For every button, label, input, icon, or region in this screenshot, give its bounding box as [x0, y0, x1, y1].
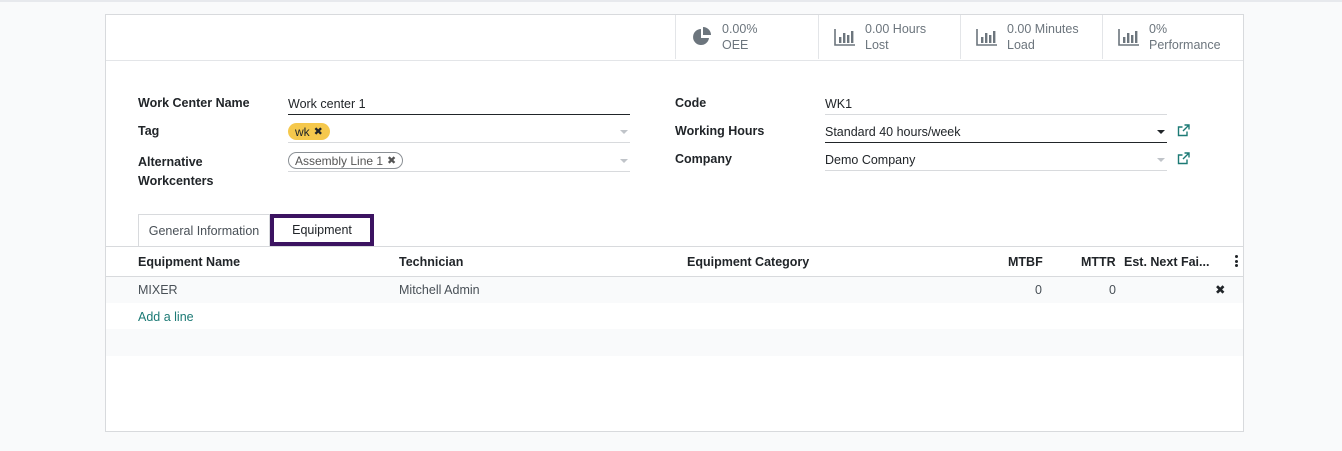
- alternative-badge-label: Assembly Line 1: [295, 153, 384, 168]
- work-center-name-input[interactable]: Work center 1: [288, 93, 630, 115]
- performance-label: Performance: [1149, 38, 1221, 52]
- alternative-badge: Assembly Line 1 ✖: [288, 152, 404, 169]
- bar-chart-icon: [975, 25, 999, 49]
- lost-label: Lost: [865, 38, 889, 52]
- cell-equipment-name: MIXER: [138, 283, 178, 297]
- form-sheet: 0.00% OEE 0.00 Hours Lost 0.00 Minutes L…: [105, 14, 1244, 432]
- alternative-label-line2: Workcenters: [138, 174, 214, 188]
- working-hours-value: Standard 40 hours/week: [825, 124, 961, 139]
- delete-row-icon[interactable]: ✖: [1215, 282, 1225, 297]
- add-a-line-link[interactable]: Add a line: [138, 310, 194, 324]
- performance-value: 0%: [1149, 22, 1168, 36]
- alternative-workcenters-field[interactable]: Assembly Line 1 ✖: [288, 150, 630, 172]
- lost-value: 0.00 Hours: [865, 22, 927, 36]
- optional-columns-icon[interactable]: [1235, 255, 1239, 267]
- tab-equipment[interactable]: Equipment: [270, 214, 374, 246]
- close-icon[interactable]: ✖: [387, 154, 396, 167]
- code-value: WK1: [825, 96, 853, 111]
- bar-chart-icon: [833, 25, 857, 49]
- company-value: Demo Company: [825, 152, 916, 167]
- oee-label: OEE: [722, 38, 749, 52]
- company-select[interactable]: Demo Company: [825, 149, 1167, 171]
- performance-stat-button[interactable]: 0% Performance: [1102, 15, 1244, 59]
- work-center-name-label: Work Center Name: [138, 96, 250, 110]
- cell-mttr: 0: [1109, 283, 1116, 297]
- table-footer: [106, 329, 1243, 356]
- column-mttr[interactable]: MTTR: [1081, 255, 1116, 269]
- chevron-down-icon[interactable]: [620, 159, 628, 163]
- column-technician[interactable]: Technician: [399, 255, 463, 269]
- load-label: Load: [1007, 38, 1035, 52]
- lost-stat-button[interactable]: 0.00 Hours Lost: [818, 15, 960, 59]
- alternative-workcenters-label: Alternative Workcenters: [138, 153, 214, 191]
- code-input[interactable]: WK1: [825, 93, 1167, 115]
- close-icon[interactable]: ✖: [314, 125, 323, 138]
- load-value: 0.00 Minutes: [1007, 22, 1079, 36]
- work-center-name-value: Work center 1: [288, 96, 366, 111]
- tag-field[interactable]: wk ✖: [288, 121, 630, 143]
- cell-mtbf: 0: [1035, 283, 1042, 297]
- oee-stat-button[interactable]: 0.00% OEE: [675, 15, 818, 59]
- column-est-next-failure[interactable]: Est. Next Fai...: [1124, 255, 1209, 269]
- tag-label: Tag: [138, 124, 160, 138]
- tab-general-information[interactable]: General Information: [138, 214, 270, 246]
- load-stat-button[interactable]: 0.00 Minutes Load: [960, 15, 1102, 59]
- alternative-label-line1: Alternative: [138, 155, 203, 169]
- tag-badge: wk ✖: [288, 123, 330, 140]
- code-label: Code: [675, 96, 707, 110]
- button-box: 0.00% OEE 0.00 Hours Lost 0.00 Minutes L…: [106, 15, 1243, 61]
- working-hours-select[interactable]: Standard 40 hours/week: [825, 121, 1167, 143]
- company-label: Company: [675, 152, 732, 166]
- chevron-down-icon[interactable]: [620, 130, 628, 134]
- column-mtbf[interactable]: MTBF: [1008, 255, 1043, 269]
- external-link-icon[interactable]: [1177, 152, 1191, 166]
- table-header: Equipment Name Technician Equipment Cate…: [106, 247, 1243, 277]
- pie-chart-icon: [690, 25, 714, 49]
- external-link-icon[interactable]: [1177, 124, 1191, 138]
- chevron-down-icon[interactable]: [1157, 158, 1165, 162]
- tag-badge-label: wk: [295, 124, 310, 139]
- column-equipment-name[interactable]: Equipment Name: [138, 255, 240, 269]
- oee-value: 0.00%: [722, 22, 758, 36]
- bar-chart-icon: [1117, 25, 1141, 49]
- chevron-down-icon[interactable]: [1157, 130, 1165, 134]
- working-hours-label: Working Hours: [675, 124, 765, 138]
- column-equipment-category[interactable]: Equipment Category: [687, 255, 809, 269]
- table-row[interactable]: MIXER Mitchell Admin 0 0 ✖: [106, 277, 1243, 303]
- cell-technician: Mitchell Admin: [399, 283, 480, 297]
- top-bar: [0, 0, 1342, 2]
